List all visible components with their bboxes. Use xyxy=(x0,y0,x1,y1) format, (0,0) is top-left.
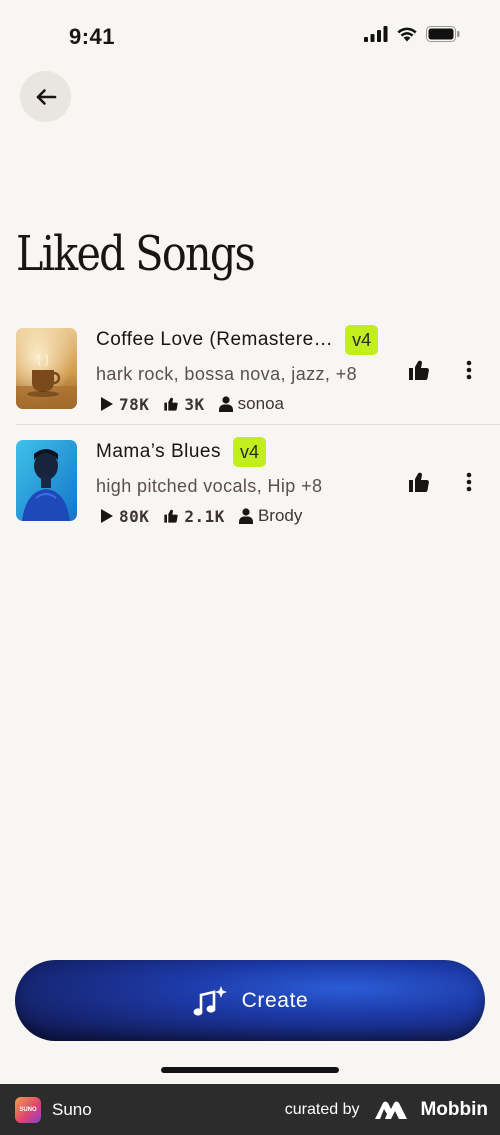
song-title-line: Coffee Love (Remastere… v4 xyxy=(96,325,379,355)
song-stats: 78K 3K sonoa xyxy=(100,394,298,414)
thumbs-up-icon xyxy=(164,509,179,523)
play-count-value: 78K xyxy=(119,394,150,414)
status-time: 9:41 xyxy=(69,24,116,49)
thumbs-up-icon xyxy=(409,472,429,493)
app-name: Suno xyxy=(52,1099,92,1119)
song-cover-art xyxy=(16,328,77,409)
thumbs-up-icon xyxy=(409,360,429,381)
signal-icon xyxy=(364,26,388,42)
play-count-value: 80K xyxy=(119,506,150,526)
attribution-footer: SUNO Suno curated by Mobbin xyxy=(0,1084,500,1135)
song-title-line: Mama’s Blues v4 xyxy=(96,437,266,467)
more-vertical-icon xyxy=(466,360,472,380)
app-icon: SUNO xyxy=(15,1096,41,1123)
version-badge: v4 xyxy=(345,325,379,355)
song-author[interactable]: Brody xyxy=(238,506,303,526)
song-row[interactable]: Coffee Love (Remastere… v4 hark rock, bo… xyxy=(0,314,500,426)
play-count: 80K xyxy=(100,507,149,526)
song-author[interactable]: sonoa xyxy=(218,394,284,414)
song-tags: high pitched vocals, Hip +8 xyxy=(96,476,323,496)
brand-name: Mobbin xyxy=(420,1098,488,1120)
version-badge: v4 xyxy=(232,437,266,467)
song-row[interactable]: Mama’s Blues v4 high pitched vocals, Hip… xyxy=(0,426,500,538)
song-cover-art xyxy=(16,440,77,521)
more-options-button[interactable] xyxy=(458,356,480,384)
like-count: 2.1K xyxy=(163,507,225,526)
song-title: Coffee Love (Remastere… xyxy=(96,329,334,350)
status-icons xyxy=(364,26,460,42)
play-count: 78K xyxy=(100,395,149,414)
create-button-label: Create xyxy=(241,988,309,1012)
song-tags: hark rock, bossa nova, jazz, +8 xyxy=(96,364,358,384)
battery-icon xyxy=(426,26,460,42)
thumbs-up-icon xyxy=(164,397,179,411)
music-sparkle-icon xyxy=(193,985,227,1016)
row-divider xyxy=(16,424,500,425)
back-arrow-icon xyxy=(36,88,56,105)
curated-by-label: curated by xyxy=(284,1100,360,1118)
status-bar: 9:41 xyxy=(0,0,500,74)
author-name: Brody xyxy=(257,506,303,525)
like-count: 3K xyxy=(163,395,204,414)
like-count-value: 3K xyxy=(184,394,205,414)
play-icon xyxy=(101,397,113,411)
page-title: Liked Songs xyxy=(16,226,256,282)
home-indicator xyxy=(161,1067,339,1073)
like-count-value: 2.1K xyxy=(184,506,225,526)
play-icon xyxy=(101,509,113,523)
song-title: Mama’s Blues xyxy=(96,441,221,462)
wifi-icon xyxy=(397,27,417,42)
back-button[interactable] xyxy=(20,71,71,122)
more-options-button[interactable] xyxy=(458,468,480,496)
author-name: sonoa xyxy=(237,394,284,413)
more-vertical-icon xyxy=(466,472,472,492)
curated-by: curated by Mobbin xyxy=(285,1099,488,1121)
person-icon xyxy=(238,508,253,524)
song-stats: 80K 2.1K Brody xyxy=(100,506,316,526)
create-button[interactable]: Create xyxy=(15,960,485,1041)
mobbin-logo-icon xyxy=(375,1101,408,1119)
person-icon xyxy=(218,396,233,412)
like-button[interactable] xyxy=(405,468,433,496)
like-button[interactable] xyxy=(405,356,433,384)
